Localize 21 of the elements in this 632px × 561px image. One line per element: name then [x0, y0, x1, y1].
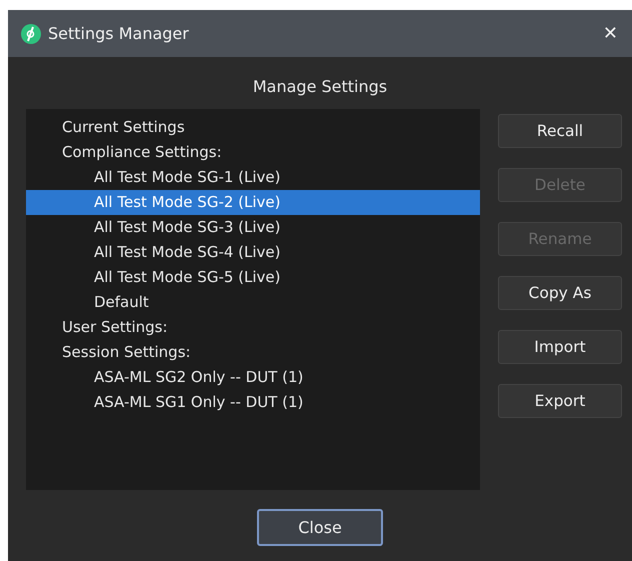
app-logo-icon [20, 22, 42, 44]
tree-item[interactable]: ASA-ML SG2 Only -- DUT (1) [26, 365, 480, 390]
tree-item[interactable]: Default [26, 290, 480, 315]
tree-item[interactable]: Compliance Settings: [26, 140, 480, 165]
tree-item[interactable]: All Test Mode SG-5 (Live) [26, 265, 480, 290]
tree-item[interactable]: All Test Mode SG-2 (Live) [26, 190, 480, 215]
tree-item[interactable]: All Test Mode SG-1 (Live) [26, 165, 480, 190]
tree-item[interactable]: User Settings: [26, 315, 480, 340]
tree-item[interactable]: All Test Mode SG-3 (Live) [26, 215, 480, 240]
action-button[interactable]: Export [498, 384, 622, 418]
action-button[interactable]: Import [498, 330, 622, 364]
action-button[interactable]: Copy As [498, 276, 622, 310]
window-title: Settings Manager [48, 24, 190, 43]
tree-item[interactable]: Session Settings: [26, 340, 480, 365]
close-button[interactable]: ✕ [598, 23, 622, 44]
tree-item[interactable]: Current Settings [26, 115, 480, 140]
action-button[interactable]: Recall [498, 114, 622, 148]
dialog-heading: Manage Settings [252, 77, 388, 96]
tree-item[interactable]: ASA-ML SG1 Only -- DUT (1) [26, 390, 480, 415]
close-dialog-button[interactable]: Close [257, 509, 383, 546]
tree-item[interactable]: All Test Mode SG-4 (Live) [26, 240, 480, 265]
